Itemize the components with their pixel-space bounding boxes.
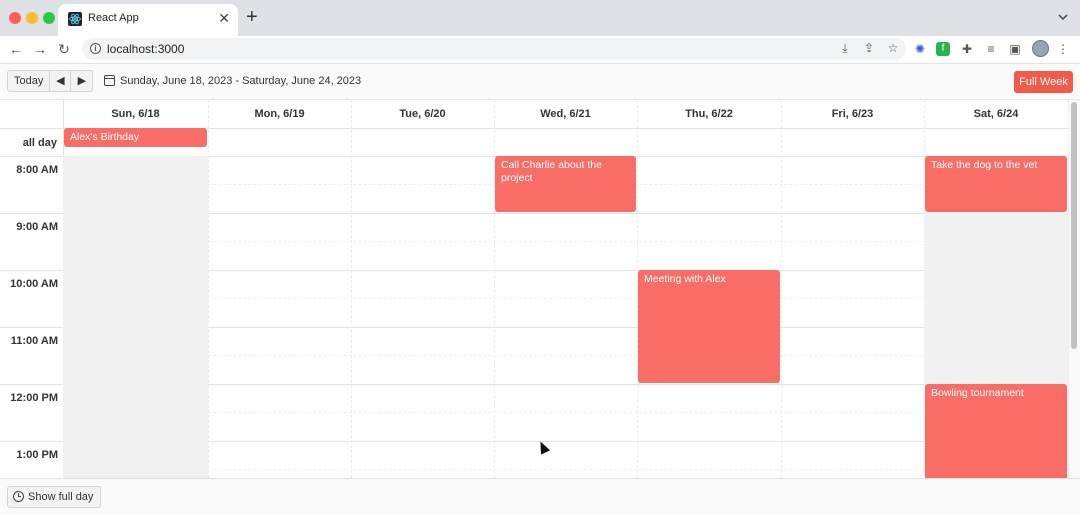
column-divider bbox=[781, 100, 782, 478]
calendar-header: Today ◀ ▶ Sunday, June 18, 2023 - Saturd… bbox=[0, 64, 1080, 100]
week-grid: all day Sun, 6/18 Mon, 6/19 Tue, 6/20 Wed, … bbox=[0, 100, 1068, 478]
reading-list-icon[interactable]: ≡ bbox=[984, 42, 998, 56]
calendar-event[interactable]: Take the dog to the vet bbox=[925, 156, 1067, 212]
time-label: 8:00 AM bbox=[16, 164, 58, 176]
half-hour-divider bbox=[63, 355, 1068, 356]
calendar-event[interactable]: Bowling tournament bbox=[925, 384, 1067, 478]
time-label: 11:00 AM bbox=[10, 335, 58, 347]
time-label: 12:00 PM bbox=[10, 392, 58, 404]
day-header[interactable]: Sat, 6/24 bbox=[924, 100, 1068, 128]
show-full-day-button[interactable]: Show full day bbox=[7, 486, 102, 508]
reload-button[interactable]: ↻ bbox=[55, 40, 73, 58]
today-button[interactable]: Today bbox=[8, 71, 51, 91]
forward-button[interactable]: → bbox=[31, 40, 49, 58]
half-hour-divider bbox=[63, 298, 1068, 299]
extensions-puzzle-icon[interactable]: ✚ bbox=[960, 42, 974, 56]
time-label: 1:00 PM bbox=[16, 449, 58, 461]
clock-icon bbox=[13, 491, 24, 502]
extension-green-icon[interactable]: f bbox=[936, 42, 950, 56]
browser-menu-icon[interactable]: ⋮ bbox=[1056, 42, 1070, 56]
vertical-scrollbar[interactable] bbox=[1068, 100, 1080, 478]
side-panel-icon[interactable]: ▣ bbox=[1008, 42, 1022, 56]
full-week-button[interactable]: Full Week bbox=[1014, 71, 1073, 93]
time-label: 9:00 AM bbox=[16, 221, 58, 233]
half-hour-divider bbox=[63, 469, 1068, 470]
time-label: 10:00 AM bbox=[10, 278, 58, 290]
browser-tab[interactable]: React App ✕ bbox=[58, 4, 238, 36]
day-header[interactable]: Tue, 6/20 bbox=[351, 100, 494, 128]
extension-flower-icon[interactable]: ✺ bbox=[913, 42, 927, 56]
share-icon[interactable]: ⇪ bbox=[862, 41, 876, 55]
show-full-day-label: Show full day bbox=[28, 491, 94, 503]
calendar-footer: Show full day bbox=[0, 478, 1080, 515]
next-week-button[interactable]: ▶ bbox=[71, 71, 92, 91]
window-zoom-button[interactable] bbox=[43, 12, 55, 24]
day-header[interactable]: Mon, 6/19 bbox=[208, 100, 351, 128]
prev-week-button[interactable]: ◀ bbox=[50, 71, 72, 91]
browser-toolbar: ← → ↻ i localhost:3000 ⤓ ⇪ ☆ ✺ f ✚ ≡ ▣ ⋮ bbox=[0, 36, 1080, 64]
new-tab-button[interactable]: + bbox=[246, 6, 258, 28]
column-divider bbox=[208, 100, 209, 478]
shaded-region-sun bbox=[63, 156, 208, 478]
day-header[interactable]: Thu, 6/22 bbox=[637, 100, 781, 128]
day-header[interactable]: Fri, 6/23 bbox=[781, 100, 924, 128]
window-close-button[interactable] bbox=[9, 12, 21, 24]
day-header[interactable]: Wed, 6/21 bbox=[494, 100, 637, 128]
calendar-event[interactable]: Call Charlie about the project bbox=[495, 156, 636, 212]
back-button[interactable]: ← bbox=[7, 40, 25, 58]
install-icon[interactable]: ⤓ bbox=[838, 41, 852, 55]
calendar-icon bbox=[104, 75, 115, 86]
tab-close-icon[interactable]: ✕ bbox=[218, 10, 230, 26]
column-divider bbox=[351, 100, 352, 478]
all-day-event[interactable]: Alex's Birthday bbox=[64, 128, 207, 147]
window-minimize-button[interactable] bbox=[26, 12, 38, 24]
profile-avatar[interactable] bbox=[1032, 40, 1049, 57]
half-hour-divider bbox=[63, 241, 1068, 242]
date-range-label: Sunday, June 18, 2023 - Saturday, June 2… bbox=[120, 75, 362, 87]
chevron-down-icon[interactable] bbox=[1058, 12, 1068, 22]
react-icon bbox=[68, 12, 82, 26]
all-day-label: all day bbox=[22, 137, 57, 149]
browser-tab-bar: React App ✕ + bbox=[0, 0, 1080, 36]
calendar-event[interactable]: Meeting with Alex bbox=[638, 270, 780, 383]
day-header[interactable]: Sun, 6/18 bbox=[63, 100, 208, 128]
half-hour-divider bbox=[63, 412, 1068, 413]
site-info-icon[interactable]: i bbox=[90, 43, 101, 54]
navigation-button-group: Today ◀ ▶ bbox=[7, 70, 94, 92]
tab-title: React App bbox=[88, 12, 139, 24]
scrollbar-thumb[interactable] bbox=[1071, 102, 1077, 349]
address-url[interactable]: localhost:3000 bbox=[107, 42, 184, 56]
bookmark-star-icon[interactable]: ☆ bbox=[886, 41, 900, 55]
address-bar[interactable]: i localhost:3000 ⤓ ⇪ ☆ bbox=[82, 38, 906, 60]
